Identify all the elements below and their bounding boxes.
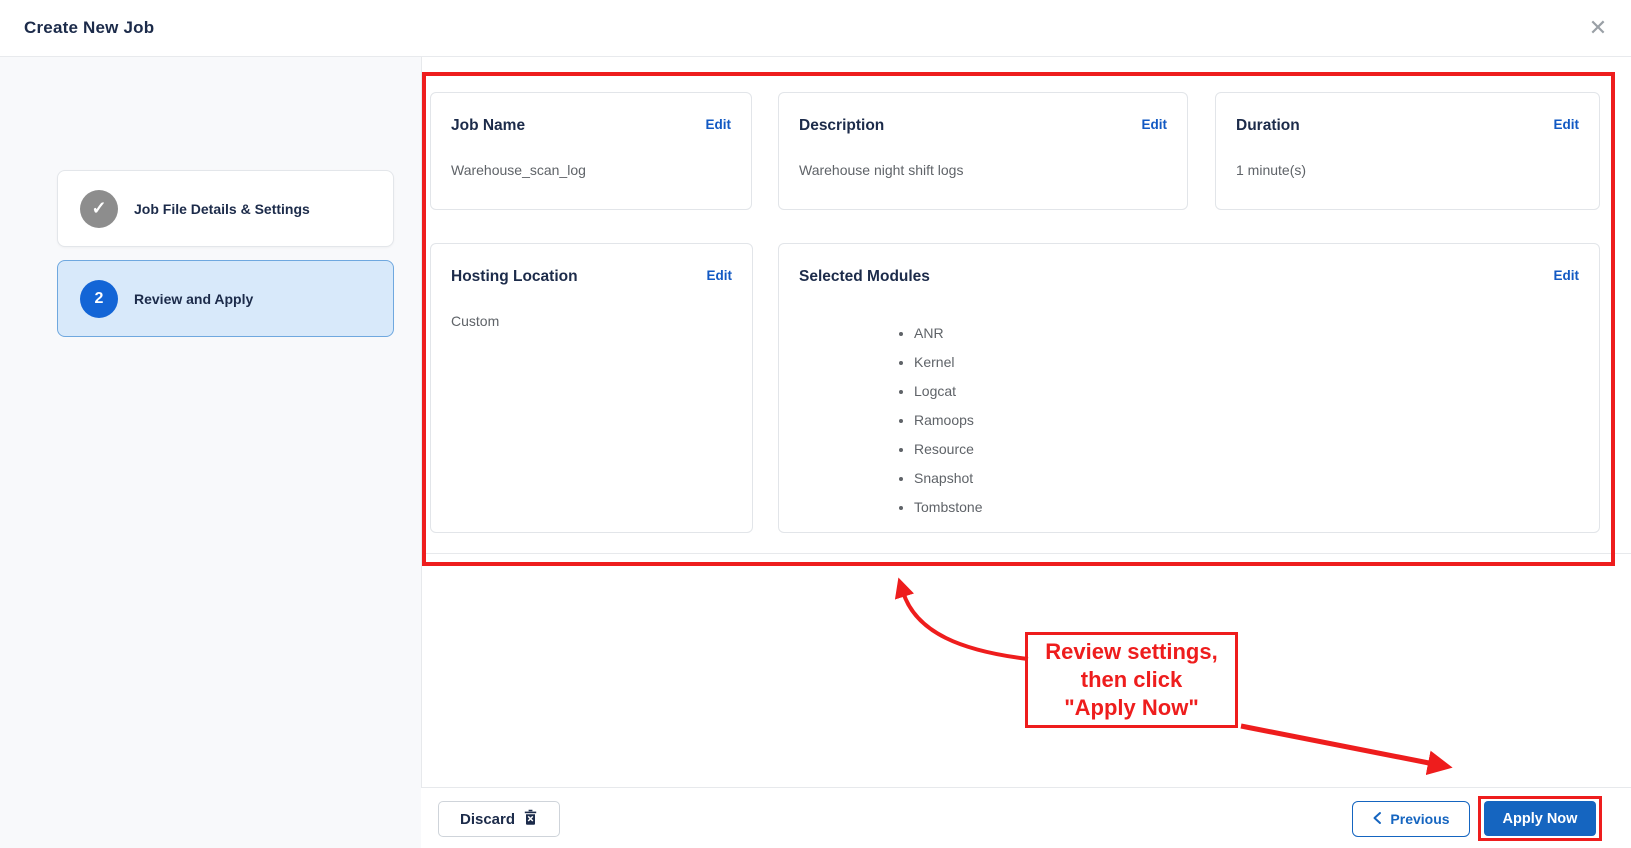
hosting-location-card: Hosting Location Edit Custom bbox=[430, 243, 753, 533]
list-item: Kernel bbox=[914, 353, 1579, 371]
edit-hosting-location-link[interactable]: Edit bbox=[707, 268, 733, 283]
annotation-arrow-curved bbox=[903, 592, 1028, 659]
duration-value: 1 minute(s) bbox=[1236, 162, 1579, 178]
list-item: Logcat bbox=[914, 382, 1579, 400]
chevron-left-icon bbox=[1372, 811, 1382, 828]
hosting-location-value: Custom bbox=[451, 313, 732, 329]
step-label: Review and Apply bbox=[134, 291, 253, 307]
annotation-callout-box: Review settings, then click "Apply Now" bbox=[1025, 632, 1238, 728]
content-divider-vertical bbox=[421, 57, 422, 788]
edit-duration-link[interactable]: Edit bbox=[1554, 117, 1580, 132]
content-divider-horizontal bbox=[422, 553, 1631, 554]
dialog-header: Create New Job ✕ bbox=[0, 0, 1631, 57]
description-card: Description Edit Warehouse night shift l… bbox=[778, 92, 1188, 210]
selected-modules-card: Selected Modules Edit ANR Kernel Logcat … bbox=[778, 243, 1600, 533]
job-name-value: Warehouse_scan_log bbox=[451, 162, 731, 178]
card-title: Description bbox=[799, 117, 884, 135]
list-item: Tombstone bbox=[914, 498, 1579, 516]
job-name-card: Job Name Edit Warehouse_scan_log bbox=[430, 92, 752, 210]
step-label: Job File Details & Settings bbox=[134, 201, 310, 217]
list-item: Ramoops bbox=[914, 411, 1579, 429]
apply-now-button-label: Apply Now bbox=[1503, 811, 1578, 827]
previous-button-label: Previous bbox=[1390, 811, 1449, 827]
check-icon: ✓ bbox=[80, 190, 118, 228]
description-value: Warehouse night shift logs bbox=[799, 162, 1167, 178]
discard-button-label: Discard bbox=[460, 811, 515, 828]
list-item: ANR bbox=[914, 324, 1579, 342]
list-item: Snapshot bbox=[914, 469, 1579, 487]
step-review-and-apply[interactable]: 2 Review and Apply bbox=[57, 260, 394, 337]
edit-description-link[interactable]: Edit bbox=[1142, 117, 1168, 132]
annotation-text-line: "Apply Now" bbox=[1064, 694, 1199, 722]
edit-selected-modules-link[interactable]: Edit bbox=[1554, 268, 1580, 283]
annotation-text-line: then click bbox=[1081, 666, 1182, 694]
previous-button[interactable]: Previous bbox=[1352, 801, 1470, 837]
footer-divider bbox=[422, 787, 1631, 788]
card-title: Job Name bbox=[451, 117, 525, 135]
annotation-arrow-straight bbox=[1241, 726, 1434, 764]
module-list: ANR Kernel Logcat Ramoops Resource Snaps… bbox=[799, 324, 1579, 516]
stepper-sidebar: ✓ Job File Details & Settings 2 Review a… bbox=[0, 57, 421, 848]
page-title: Create New Job bbox=[24, 18, 154, 38]
create-new-job-dialog: Create New Job ✕ ✓ Job File Details & Se… bbox=[0, 0, 1631, 848]
step-number-badge: 2 bbox=[80, 280, 118, 318]
duration-card: Duration Edit 1 minute(s) bbox=[1215, 92, 1600, 210]
step-job-file-details[interactable]: ✓ Job File Details & Settings bbox=[57, 170, 394, 247]
list-item: Resource bbox=[914, 440, 1579, 458]
trash-delete-icon bbox=[523, 809, 538, 829]
annotation-text-line: Review settings, bbox=[1045, 638, 1217, 666]
discard-button[interactable]: Discard bbox=[438, 801, 560, 837]
edit-job-name-link[interactable]: Edit bbox=[706, 117, 732, 132]
apply-now-button[interactable]: Apply Now bbox=[1484, 801, 1596, 836]
card-title: Hosting Location bbox=[451, 268, 578, 286]
card-title: Selected Modules bbox=[799, 268, 930, 286]
close-icon[interactable]: ✕ bbox=[1584, 14, 1612, 42]
card-title: Duration bbox=[1236, 117, 1300, 135]
